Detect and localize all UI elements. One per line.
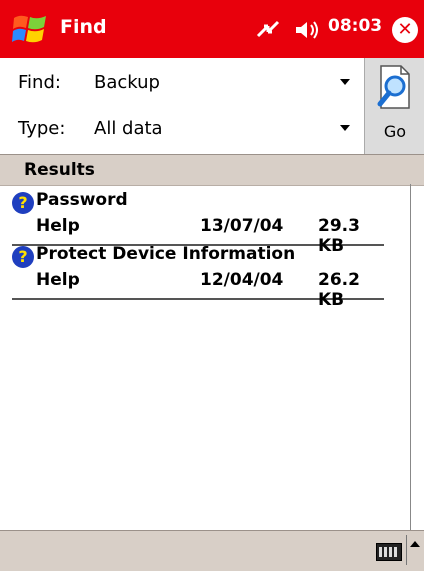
find-value: Backup bbox=[94, 72, 160, 93]
result-item-password[interactable]: ? Password Help 13/07/04 29.3 KB bbox=[12, 186, 384, 256]
go-label: Go bbox=[383, 122, 407, 141]
keyboard-icon[interactable] bbox=[376, 543, 402, 561]
close-icon: ✕ bbox=[397, 19, 413, 40]
connectivity-icon[interactable] bbox=[254, 16, 282, 42]
result-date: 12/04/04 bbox=[200, 270, 284, 290]
find-label: Find: bbox=[18, 72, 61, 93]
close-button[interactable]: ✕ bbox=[392, 17, 418, 43]
help-icon: ? bbox=[12, 192, 34, 214]
go-button[interactable]: Go bbox=[364, 58, 424, 154]
result-date: 13/07/04 bbox=[200, 216, 284, 236]
menu-bar bbox=[0, 530, 424, 571]
app-title: Find bbox=[60, 16, 107, 38]
type-label: Type: bbox=[18, 118, 66, 139]
speaker-icon[interactable] bbox=[294, 18, 322, 42]
input-panel-arrow-icon[interactable] bbox=[408, 537, 422, 563]
result-size: 26.2 KB bbox=[318, 270, 360, 310]
find-combobox[interactable]: Backup bbox=[94, 64, 356, 100]
type-value: All data bbox=[94, 118, 163, 139]
type-combobox[interactable]: All data bbox=[94, 110, 356, 146]
results-header: Results bbox=[0, 154, 424, 186]
result-title: Protect Device Information bbox=[36, 244, 296, 264]
results-scroll-edge bbox=[410, 184, 411, 530]
results-title: Results bbox=[24, 160, 95, 180]
clock[interactable]: 08:03 bbox=[328, 16, 382, 36]
dropdown-arrow-icon[interactable] bbox=[340, 125, 350, 131]
magnifier-document-icon bbox=[377, 65, 410, 109]
result-title: Password bbox=[36, 190, 128, 210]
dropdown-arrow-icon[interactable] bbox=[340, 79, 350, 85]
result-category: Help bbox=[36, 216, 80, 236]
windows-flag-icon[interactable] bbox=[12, 12, 48, 46]
result-category: Help bbox=[36, 270, 80, 290]
help-icon: ? bbox=[12, 246, 34, 268]
title-bar: Find 08:03 ✕ bbox=[0, 0, 424, 58]
result-item-protect-device-information[interactable]: ? Protect Device Information Help 12/04/… bbox=[12, 240, 384, 310]
search-form: Find: Backup Type: All data bbox=[0, 58, 424, 154]
divider bbox=[406, 535, 407, 565]
